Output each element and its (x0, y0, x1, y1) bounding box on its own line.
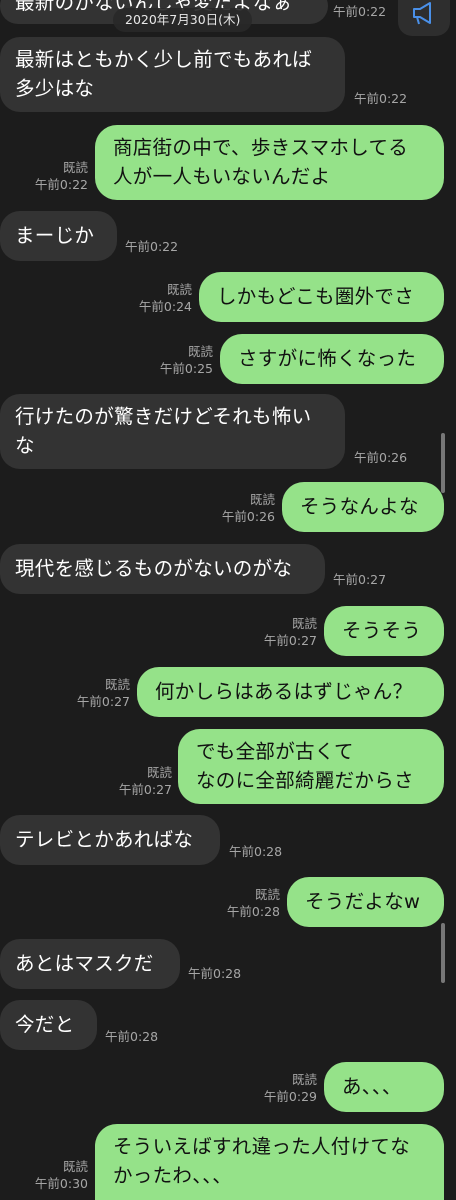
message-time: 午前0:22 (125, 239, 179, 254)
message-bubble[interactable]: あ、、、 (324, 1062, 444, 1112)
message-bubble[interactable]: あとはマスクだ (0, 939, 180, 989)
read-receipt: 既読 (62, 1159, 88, 1174)
message-bubble[interactable]: 商店街の中で、歩きスマホしてる 人が一人もいないんだよ (95, 125, 444, 200)
megaphone-icon (413, 2, 431, 25)
message-time: 午前0:25 (159, 361, 213, 376)
message-bubble[interactable]: しかもどこも圏外でさ (199, 272, 444, 322)
message-bubble[interactable]: そうだよなw (287, 877, 444, 927)
message-meta: 既読 午前0:28 (208, 886, 280, 920)
message-bubble[interactable]: まーじか (0, 211, 117, 261)
message-meta: 既読 午前0:29 (245, 1071, 317, 1105)
date-separator: 2020年7月30日(木) (113, 8, 253, 32)
read-receipt: 既読 (249, 492, 275, 507)
read-receipt: 既読 (291, 616, 317, 631)
message-time: 午前0:30 (34, 1176, 88, 1191)
message-bubble[interactable]: そうなんよな (282, 482, 444, 532)
message-time: 午前0:27 (118, 782, 172, 797)
read-receipt: 既読 (62, 160, 88, 175)
message-meta: 既読 午前0:27 (245, 615, 317, 649)
read-receipt: 既読 (254, 887, 280, 902)
message-time: 午前0:28 (188, 966, 242, 981)
message-time: 午前0:22 (34, 177, 88, 192)
message-time: 午前0:29 (263, 1089, 317, 1104)
message-bubble[interactable]: そういえばすれ違った人付けてな かったわ、、、 (95, 1124, 444, 1200)
message-bubble[interactable]: 現代を感じるものがないのがな (0, 544, 325, 594)
message-meta: 既読 午前0:26 (205, 491, 275, 525)
read-receipt: 既読 (104, 677, 130, 692)
scrollbar-thumb[interactable] (441, 433, 445, 493)
read-receipt: 既読 (291, 1072, 317, 1087)
message-bubble[interactable]: 何かしらはあるはずじゃん？ (137, 667, 444, 717)
message-bubble[interactable]: 行けたのが驚きだけどそれも怖い な (0, 394, 345, 469)
message-time: 午前0:26 (221, 509, 275, 524)
message-meta: 既読 午前0:24 (120, 281, 192, 315)
message-meta: 既読 午前0:30 (16, 1158, 88, 1192)
message-time: 午前0:27 (263, 633, 317, 648)
read-receipt: 既読 (146, 765, 172, 780)
message-time: 午前0:22 (333, 4, 387, 19)
message-bubble[interactable]: 今だと (0, 1000, 97, 1050)
message-time: 午前0:26 (354, 450, 408, 465)
message-meta: 既読 午前0:22 (20, 159, 88, 193)
message-time: 午前0:28 (105, 1029, 159, 1044)
message-time: 午前0:27 (76, 694, 130, 709)
message-meta: 既読 午前0:25 (141, 343, 213, 377)
message-meta: 既読 午前0:27 (100, 764, 172, 798)
message-time: 午前0:28 (229, 844, 283, 859)
message-bubble[interactable]: そうそう (324, 606, 444, 656)
scrollbar-thumb[interactable] (441, 923, 445, 983)
message-bubble[interactable]: テレビとかあればな (0, 815, 220, 865)
message-time: 午前0:28 (226, 904, 280, 919)
read-receipt: 既読 (166, 282, 192, 297)
message-time: 午前0:22 (354, 91, 408, 106)
message-bubble[interactable]: でも全部が古くて なのに全部綺麗だからさ (178, 729, 444, 804)
message-meta: 既読 午前0:27 (58, 676, 130, 710)
message-time: 午前0:24 (138, 299, 192, 314)
announcement-button[interactable] (398, 0, 450, 36)
message-bubble[interactable]: 最新はともかく少し前でもあれば 多少はな (0, 37, 345, 112)
message-time: 午前0:27 (333, 572, 387, 587)
read-receipt: 既読 (187, 344, 213, 359)
message-bubble[interactable]: さすがに怖くなった (220, 334, 444, 384)
